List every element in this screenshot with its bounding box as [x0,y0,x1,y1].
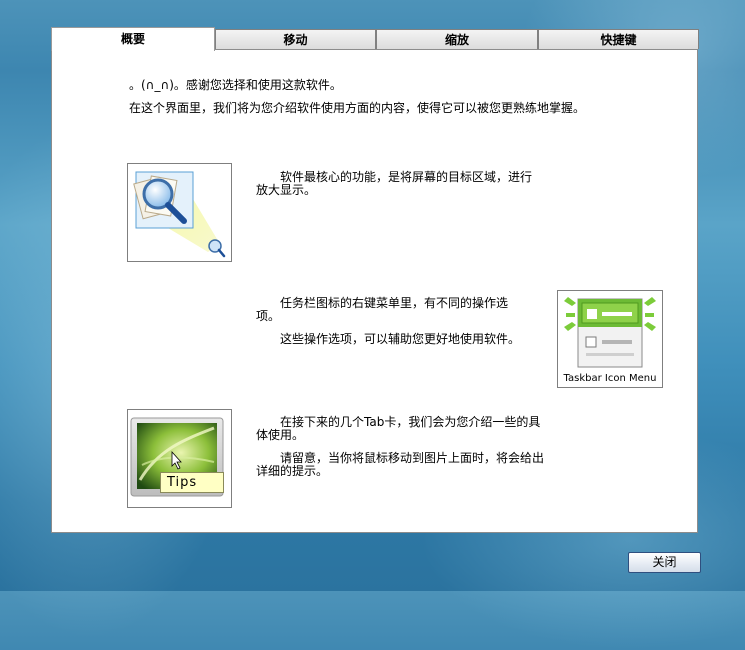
tab-move[interactable]: 移动 [215,29,376,49]
magnifier-icon [133,171,226,258]
tips-image[interactable]: Tips [127,409,232,508]
taskbar-menu-image[interactable]: Taskbar Icon Menu [557,290,663,388]
taskbar-menu-icon [564,297,656,368]
tab-strip: 概要 移动 缩放 快捷键 [51,27,699,51]
tips-tooltip: Tips [160,472,224,493]
intro-line-1: 。(∩_∩)。感谢您选择和使用这款软件。 [129,78,342,92]
section1-text: 软件最核心的功能，是将屏幕的目标区域，进行放大显示。 [256,170,533,197]
taskbar-menu-caption: Taskbar Icon Menu [563,373,657,384]
section3-text-2: 请留意，当你将鼠标移动到图片上面时，将会给出详细的提示。 [256,451,545,478]
close-button[interactable]: 关闭 [628,552,701,573]
section2-text-2: 这些操作选项，可以辅助您更好地使用软件。 [280,332,521,346]
tab-overview[interactable]: 概要 [51,27,215,51]
intro-line-2: 在这个界面里，我们将为您介绍软件使用方面的内容，使得它可以被您更熟练地掌握。 [129,101,586,115]
section2-text-1: 任务栏图标的右键菜单里，有不同的操作选项。 [256,296,509,323]
magnifier-image[interactable] [127,163,232,262]
tab-zoom[interactable]: 缩放 [376,29,538,49]
section3-text-1: 在接下来的几个Tab卡，我们会为您介绍一些的具体使用。 [256,415,541,442]
tab-shortcuts[interactable]: 快捷键 [538,29,699,49]
